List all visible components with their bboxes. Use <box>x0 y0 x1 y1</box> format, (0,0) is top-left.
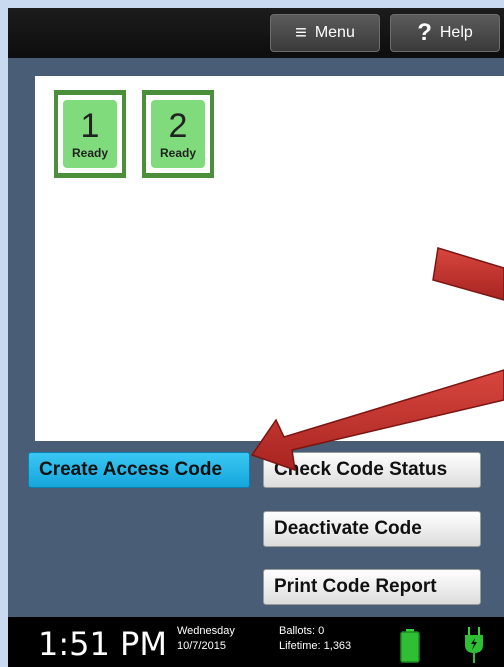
date: 10/7/2015 <box>177 640 226 652</box>
card-status: Ready <box>159 146 197 160</box>
help-button[interactable]: ? Help <box>390 14 500 52</box>
create-access-code-button[interactable]: Create Access Code <box>28 452 250 488</box>
weekday: Wednesday <box>177 625 235 637</box>
plug-icon <box>465 627 483 663</box>
card-status: Ready <box>71 146 109 160</box>
check-code-status-button[interactable]: Check Code Status <box>263 452 481 488</box>
date-block: Wednesday 10/7/2015 <box>177 624 235 654</box>
card-number: 2 <box>168 107 188 145</box>
lifetime-value: 1,363 <box>323 640 352 652</box>
battery-icon <box>400 629 420 663</box>
create-access-code-label: Create Access Code <box>39 459 223 480</box>
ballot-counts: Ballots: 0 Lifetime: 1,363 <box>279 624 351 654</box>
clock-time: 1:51 PM <box>38 625 167 663</box>
lifetime-row: Lifetime: 1,363 <box>279 639 351 654</box>
print-code-report-label: Print Code Report <box>274 576 437 597</box>
lifetime-label: Lifetime: <box>279 640 321 652</box>
menu-label: Menu <box>314 24 355 41</box>
menu-button[interactable]: ≡ Menu <box>270 14 380 52</box>
hamburger-icon: ≡ <box>295 21 307 44</box>
status-bar: 1:51 PM Wednesday 10/7/2015 Ballots: 0 L… <box>8 617 504 667</box>
app-frame: ≡ Menu ? Help 1 Ready 2 Ready Create Acc… <box>8 8 504 667</box>
question-icon: ? <box>417 19 432 46</box>
help-label: Help <box>439 24 473 41</box>
card-face: 2 Ready <box>151 100 205 168</box>
deactivate-code-button[interactable]: Deactivate Code <box>263 511 481 547</box>
card-number: 1 <box>80 107 100 145</box>
top-bar: ≡ Menu ? Help <box>8 8 504 58</box>
ballots-label: Ballots: <box>279 625 316 637</box>
print-code-report-button[interactable]: Print Code Report <box>263 569 481 605</box>
code-card-1[interactable]: 1 Ready <box>54 90 126 178</box>
ballots-value: 0 <box>318 625 325 637</box>
deactivate-code-label: Deactivate Code <box>274 518 422 539</box>
check-code-status-label: Check Code Status <box>274 459 448 480</box>
card-face: 1 Ready <box>63 100 117 168</box>
code-card-2[interactable]: 2 Ready <box>142 90 214 178</box>
ballots-row: Ballots: 0 <box>279 624 351 639</box>
